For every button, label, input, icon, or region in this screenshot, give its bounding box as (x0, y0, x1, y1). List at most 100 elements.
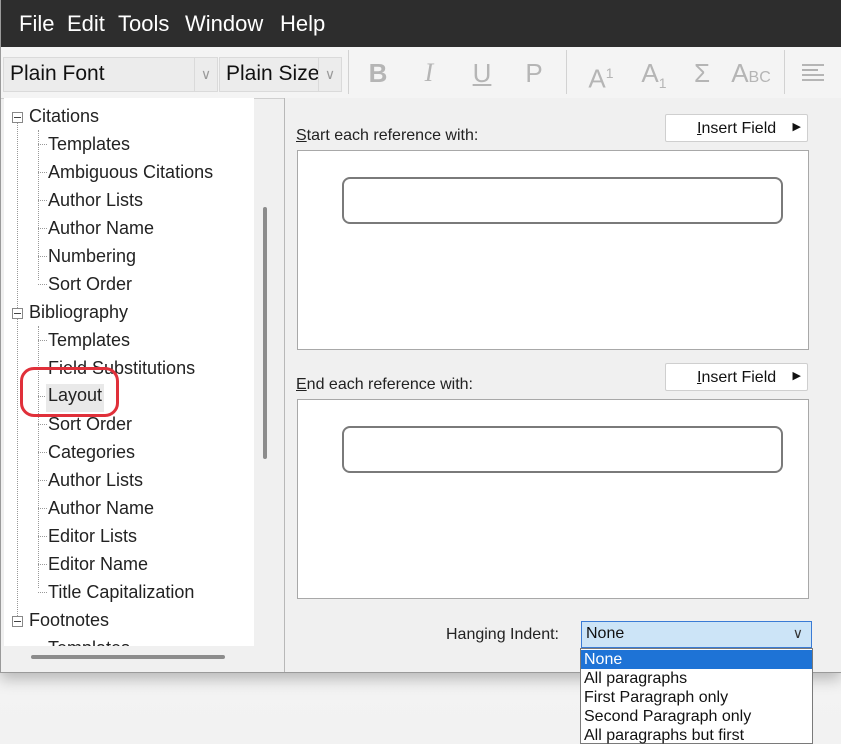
end-reference-label-text: nd each reference with: (306, 376, 473, 393)
tree-branch-line (38, 592, 47, 593)
start-insert-field-button[interactable]: Insert Field ▶ (665, 114, 808, 142)
collapse-icon[interactable] (12, 308, 23, 319)
tree-guide-line (17, 122, 18, 624)
insert-field-text: nsert Field (701, 369, 777, 386)
dropdown-option-none[interactable]: None (581, 650, 812, 669)
dropdown-option-second-paragraph[interactable]: Second Paragraph only (581, 707, 812, 726)
tree-item-numbering[interactable]: Numbering (48, 246, 136, 272)
align-left-icon (802, 64, 824, 81)
insert-field-text: nsert Field (701, 120, 777, 137)
menu-file[interactable]: File (19, 11, 54, 37)
bold-button[interactable]: B (361, 57, 395, 89)
tree-item-citation-author-lists[interactable]: Author Lists (48, 190, 143, 216)
end-reference-editor[interactable] (297, 399, 809, 599)
hanging-indent-label: Hanging Indent: (446, 626, 559, 643)
subscript-icon: A (641, 58, 659, 88)
subscript-mark: 1 (658, 75, 667, 92)
start-reference-label-text: tart each reference with: (306, 127, 479, 144)
tree-branch-line (38, 256, 47, 257)
tree-branch-line (38, 144, 47, 145)
insert-field-label: Insert Field (697, 369, 777, 386)
symbol-button[interactable]: Σ (683, 57, 721, 89)
end-insert-field-button[interactable]: Insert Field ▶ (665, 363, 808, 391)
menu-window[interactable]: Window (185, 11, 263, 37)
italic-button[interactable]: I (412, 57, 446, 89)
tree-item-editor-name[interactable]: Editor Name (48, 554, 148, 580)
tree-item-bibliography-author-lists[interactable]: Author Lists (48, 470, 143, 496)
tree-branch-line (38, 536, 47, 537)
tree-item-bibliography-sort-order[interactable]: Sort Order (48, 414, 132, 440)
start-reference-editor[interactable] (297, 150, 809, 350)
tree-branch-line (38, 564, 47, 565)
chevron-down-icon: ∨ (318, 58, 341, 91)
tree-item-footnote-templates[interactable]: Templates (48, 638, 130, 646)
hanging-indent-select[interactable]: None ∨ (581, 621, 812, 648)
tree-guide-line (38, 130, 39, 280)
insert-field-label: Insert Field (697, 120, 777, 137)
subscript-button[interactable]: A1 (634, 57, 674, 92)
start-reference-label: Start each reference with: (296, 127, 479, 144)
tree-branch-line (38, 172, 47, 173)
tree-branch-line (38, 452, 47, 453)
dropdown-option-all-but-first[interactable]: All paragraphs but first (581, 726, 812, 745)
end-reference-field[interactable] (342, 426, 783, 473)
tree-branch-line (38, 340, 47, 341)
layout-highlight-annotation (20, 367, 119, 417)
chevron-down-icon: ∨ (194, 58, 217, 91)
collapse-icon[interactable] (12, 112, 23, 123)
font-select-value: Plain Font (10, 62, 105, 85)
tree-item-editor-lists[interactable]: Editor Lists (48, 526, 137, 552)
menu-help[interactable]: Help (280, 11, 325, 37)
plain-button[interactable]: P (517, 57, 551, 89)
menu-edit[interactable]: Edit (67, 11, 105, 37)
style-editor-window: File Edit Tools Window Help Plain Font ∨… (0, 0, 841, 673)
tree-branch-line (38, 228, 47, 229)
superscript-button[interactable]: A1 (581, 57, 621, 94)
hanging-indent-dropdown: None All paragraphs First Paragraph only… (580, 648, 813, 744)
collapse-icon[interactable] (12, 616, 23, 627)
format-toolbar: Plain Font ∨ Plain Size ∨ B I U P A1 A1 … (1, 47, 841, 99)
superscript-icon: A (588, 63, 606, 94)
underline-button[interactable]: U (465, 57, 499, 89)
font-select[interactable]: Plain Font ∨ (3, 57, 218, 92)
tree-horizontal-scrollbar[interactable] (31, 655, 225, 659)
chevron-down-icon: ∨ (792, 625, 803, 641)
tree-item-bibliography-author-name[interactable]: Author Name (48, 498, 154, 524)
align-left-button[interactable] (796, 57, 830, 89)
dropdown-option-all-paragraphs[interactable]: All paragraphs (581, 669, 812, 688)
triangle-right-icon: ▶ (792, 370, 801, 382)
tree-item-ambiguous-citations[interactable]: Ambiguous Citations (48, 162, 213, 188)
tree-item-citation-templates[interactable]: Templates (48, 134, 130, 160)
small-caps-icon: A (731, 58, 749, 88)
small-caps-tail: BC (748, 69, 771, 86)
toolbar-divider (784, 50, 785, 94)
size-select-value: Plain Size (226, 62, 320, 85)
tree-item-citation-sort-order[interactable]: Sort Order (48, 274, 132, 300)
tree-node-bibliography[interactable]: Bibliography (29, 302, 128, 328)
hanging-indent-value: None (586, 625, 625, 642)
tree-item-title-capitalization[interactable]: Title Capitalization (48, 582, 194, 608)
size-select[interactable]: Plain Size ∨ (219, 57, 342, 92)
toolbar-divider (566, 50, 567, 94)
small-caps-button[interactable]: ABC (729, 57, 773, 89)
start-reference-field[interactable] (342, 177, 783, 224)
dropdown-option-first-paragraph[interactable]: First Paragraph only (581, 688, 812, 707)
triangle-right-icon: ▶ (792, 121, 801, 133)
toolbar-divider (348, 50, 349, 94)
menu-bar: File Edit Tools Window Help (1, 0, 841, 47)
tree-branch-line (38, 200, 47, 201)
tree-branch-line (38, 424, 47, 425)
sigma-icon: Σ (693, 58, 711, 88)
menu-tools[interactable]: Tools (118, 11, 169, 37)
tree-branch-line (38, 480, 47, 481)
end-reference-label: End each reference with: (296, 376, 473, 393)
tree-branch-line (38, 284, 47, 285)
tree-item-bibliography-templates[interactable]: Templates (48, 330, 130, 356)
superscript-mark: 1 (605, 65, 614, 81)
tree-vertical-scrollbar[interactable] (263, 207, 267, 459)
tree-node-citations[interactable]: Citations (29, 106, 99, 132)
tree-node-footnotes[interactable]: Footnotes (29, 610, 109, 636)
tree-guide-line (38, 326, 39, 588)
tree-item-categories[interactable]: Categories (48, 442, 135, 468)
tree-item-citation-author-name[interactable]: Author Name (48, 218, 154, 244)
